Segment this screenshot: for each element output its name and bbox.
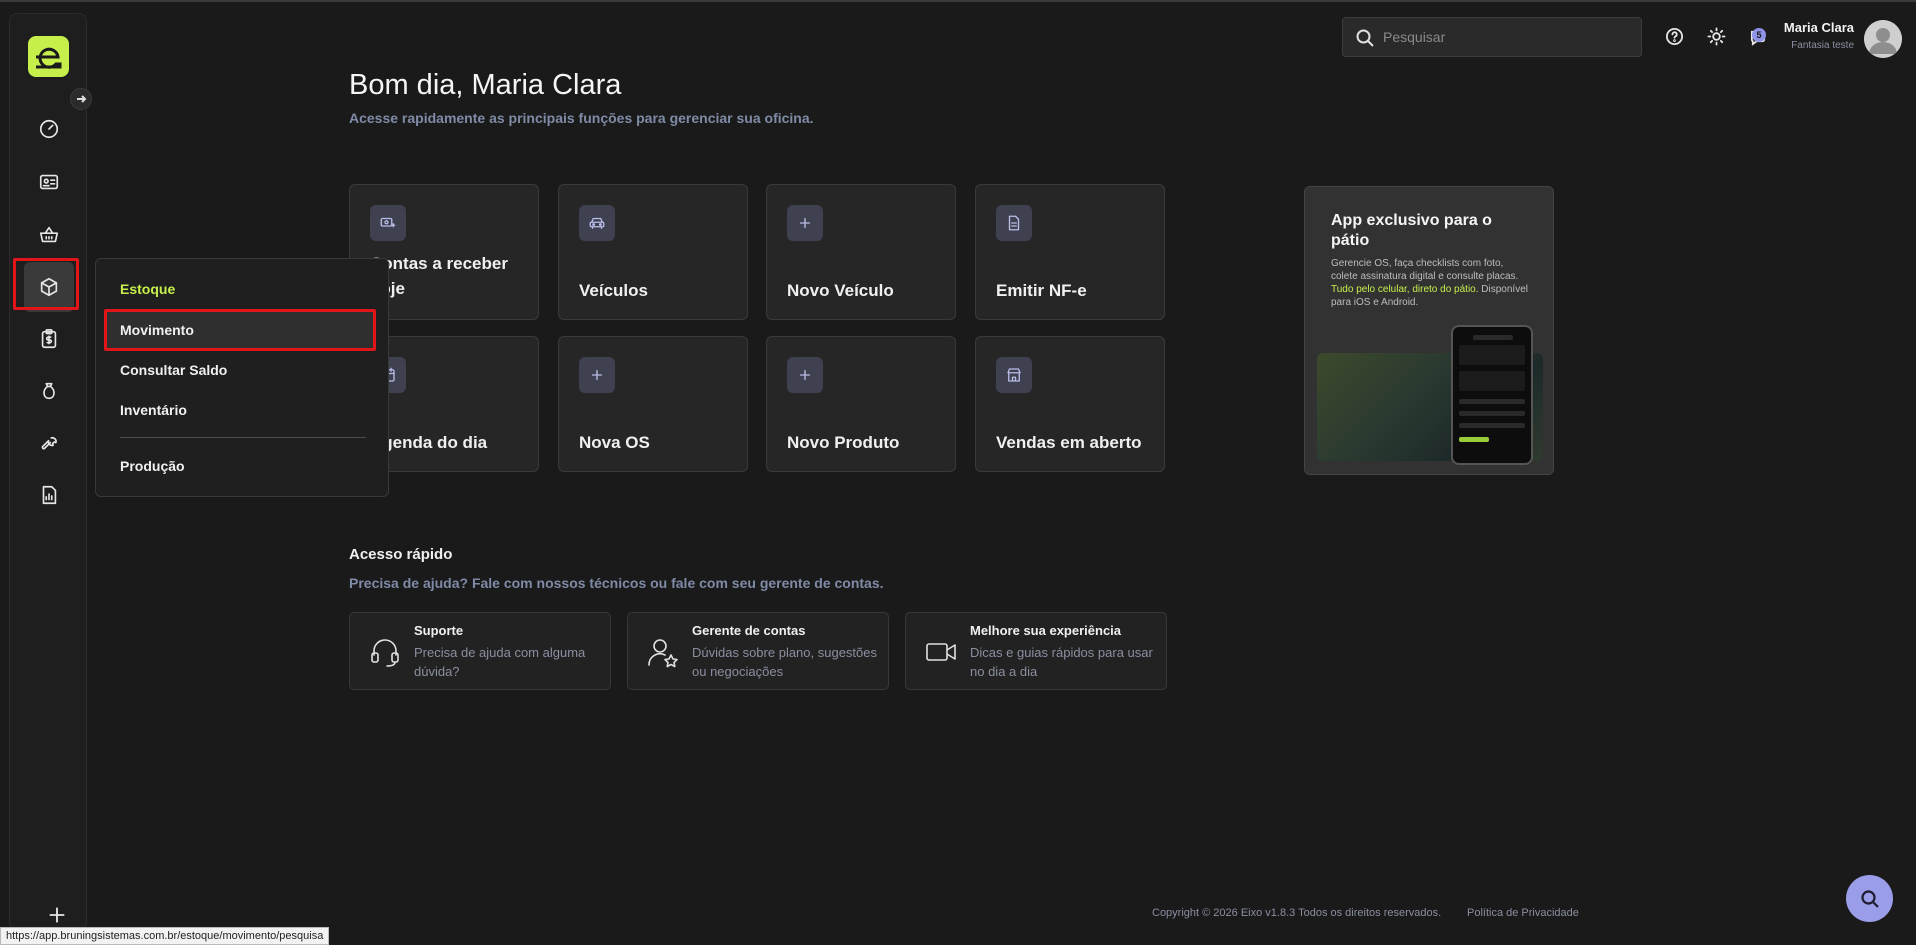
user-name[interactable]: Maria Clara <box>1784 20 1854 35</box>
wrench-icon <box>41 437 57 450</box>
card-nova-os[interactable]: Nova OS <box>558 336 748 472</box>
search-input[interactable] <box>1383 29 1623 45</box>
card-label: Novo Veículo <box>787 281 894 300</box>
quick-access-title: Acesso rápido <box>349 546 453 563</box>
quick-access-name: Melhore sua experiência <box>970 623 1122 638</box>
promo-text: Gerencie OS, faça checklists com foto, c… <box>1331 258 1528 308</box>
quick-access-desc: Dúvidas sobre plano, sugestões ou negoci… <box>692 645 878 679</box>
quick-access-name: Gerente de contas <box>692 623 806 638</box>
quick-access-name: Suporte <box>414 623 464 638</box>
card-label: Nova OS <box>579 433 650 452</box>
flyout-item-consultar-saldo[interactable]: Consultar Saldo <box>120 362 227 378</box>
speedometer-icon <box>39 119 59 139</box>
sidebar-item-customers[interactable] <box>24 157 74 207</box>
sidebar-add-button[interactable] <box>46 904 70 928</box>
user-avatar-icon <box>1864 20 1902 58</box>
user-company: Fantasia teste <box>1791 40 1854 51</box>
sidebar-item-dashboard[interactable] <box>24 104 74 154</box>
plus-icon <box>579 357 615 393</box>
floating-search-button[interactable] <box>1846 875 1893 922</box>
card-novo-veiculo[interactable]: Novo Veículo <box>766 184 956 320</box>
user-star-icon <box>648 639 678 668</box>
card-vendas-em-aberto[interactable]: Vendas em aberto <box>975 336 1165 472</box>
card-emitir-nfe[interactable]: Emitir NF-e <box>975 184 1165 320</box>
clipboard-dollar-icon <box>41 329 57 349</box>
app-logo[interactable] <box>28 36 69 77</box>
sun-icon <box>1707 27 1725 45</box>
avatar[interactable] <box>1864 20 1902 58</box>
stock-flyout-menu: Estoque Movimento Consultar Saldo Invent… <box>95 258 389 497</box>
headset-icon <box>371 639 399 667</box>
quick-access-gerente[interactable]: Gerente de contas Dúvidas sobre plano, s… <box>627 612 889 690</box>
sidebar <box>9 13 87 930</box>
sidebar-item-financial[interactable] <box>24 314 74 364</box>
theme-toggle-button[interactable] <box>1705 25 1727 47</box>
basket-icon <box>39 226 59 243</box>
money-receive-icon <box>370 205 406 241</box>
notification-count-badge: 5 <box>1752 28 1766 42</box>
plus-icon <box>787 205 823 241</box>
browser-status-url: https://app.bruningsistemas.com.br/estoq… <box>0 927 330 945</box>
money-bag-icon <box>43 382 55 400</box>
eixo-logo-icon <box>35 47 61 69</box>
sidebar-item-services[interactable] <box>24 418 74 468</box>
box-icon <box>40 277 58 297</box>
copyright-text: Copyright © 2026 Eixo v1.8.3 Todos os di… <box>1152 907 1442 919</box>
app-promo-card[interactable]: App exclusivo para o pátio Gerencie OS, … <box>1304 186 1554 475</box>
sidebar-item-cash[interactable] <box>24 366 74 416</box>
help-button[interactable] <box>1663 25 1685 47</box>
quick-access-suporte[interactable]: Suporte Precisa de ajuda com alguma dúvi… <box>349 612 611 690</box>
quick-access-subtitle: Precisa de ajuda? Fale com nossos técnic… <box>349 575 884 591</box>
plus-icon <box>49 907 65 923</box>
flyout-divider <box>120 437 366 438</box>
sidebar-item-sales[interactable] <box>24 210 74 260</box>
quick-access-desc: Dicas e guias rápidos para usar no dia a… <box>970 645 1153 679</box>
sidebar-expand-button[interactable] <box>70 88 92 110</box>
card-label: Contas a receber hoje <box>370 254 508 298</box>
page-subtitle: Acesse rapidamente as principais funções… <box>349 110 814 126</box>
card-label: Novo Produto <box>787 433 900 452</box>
video-camera-icon <box>926 643 956 661</box>
search-box <box>1342 17 1642 57</box>
card-label: Veículos <box>579 281 648 300</box>
phone-mockup <box>1451 325 1533 465</box>
card-label: Emitir NF-e <box>996 281 1087 300</box>
card-novo-produto[interactable]: Novo Produto <box>766 336 956 472</box>
card-veiculos[interactable]: Veículos <box>558 184 748 320</box>
flyout-item-producao[interactable]: Produção <box>120 458 185 474</box>
flyout-item-inventario[interactable]: Inventário <box>120 402 187 418</box>
search-icon <box>1860 889 1879 908</box>
store-icon <box>996 357 1032 393</box>
promo-title: App exclusivo para o pátio <box>1331 212 1492 249</box>
flyout-title[interactable]: Estoque <box>120 281 175 297</box>
privacy-link[interactable]: Política de Privacidade <box>1467 907 1579 919</box>
card-label: Vendas em aberto <box>996 433 1142 452</box>
page-title: Bom dia, Maria Clara <box>349 69 622 101</box>
quick-access-experiencia[interactable]: Melhore sua experiência Dicas e guias rá… <box>905 612 1167 690</box>
car-icon <box>579 205 615 241</box>
sidebar-item-reports[interactable] <box>24 470 74 520</box>
flyout-item-movimento[interactable]: Movimento <box>120 322 194 338</box>
plus-icon <box>787 357 823 393</box>
search-icon <box>1356 29 1374 47</box>
id-card-icon <box>39 174 59 190</box>
window-top-border <box>0 0 1916 2</box>
document-icon <box>996 205 1032 241</box>
report-chart-icon <box>42 485 57 505</box>
quick-access-desc: Precisa de ajuda com alguma dúvida? <box>414 645 586 679</box>
sidebar-item-stock[interactable] <box>24 262 74 312</box>
help-circle-icon <box>1665 27 1683 45</box>
arrow-right-icon <box>77 95 87 103</box>
